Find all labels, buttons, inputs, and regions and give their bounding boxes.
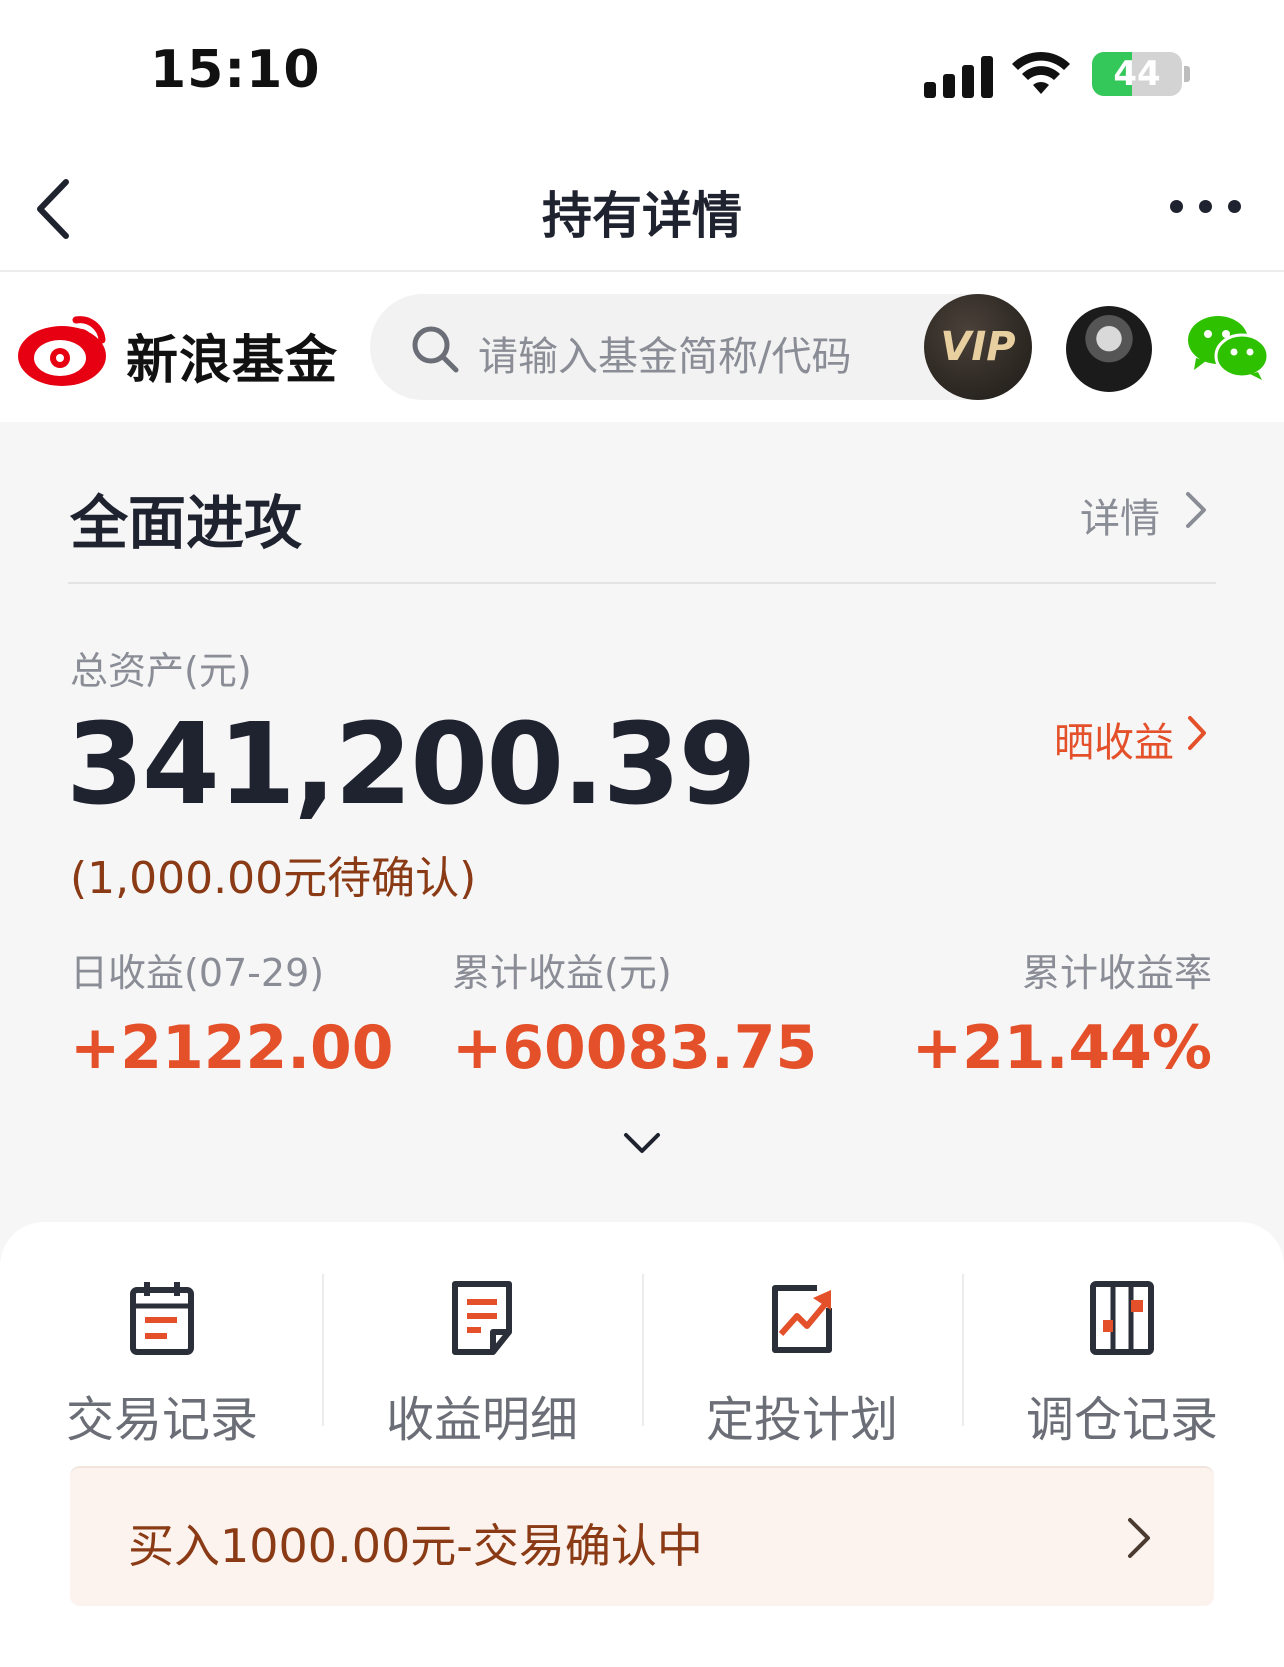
- pending-amount: (1,000.00元待确认): [70, 853, 477, 904]
- action-label: 收益明细: [385, 1392, 578, 1448]
- action-label: 调仓记录: [1025, 1392, 1218, 1448]
- chevron-right-icon[interactable]: [1180, 488, 1210, 532]
- stat-value: +60083.75: [452, 1013, 818, 1083]
- chevron-right-icon: [1128, 1518, 1150, 1558]
- stat-value: +2122.00: [70, 1013, 394, 1083]
- page-title: 持有详情: [542, 187, 742, 245]
- battery-icon: 44: [1092, 52, 1182, 96]
- pending-trade-notice[interactable]: 买入1000.00元-交易确认中: [70, 1466, 1214, 1606]
- daily-earnings: 日收益(07-29) +2122.00: [70, 942, 394, 1083]
- vip-label: VIP: [940, 324, 1016, 370]
- calendar-list-icon: [130, 1282, 194, 1355]
- stat-label: 累计收益(元): [452, 951, 672, 995]
- earnings-detail-button[interactable]: 收益明细: [322, 1280, 642, 1448]
- wifi-icon: [1012, 51, 1070, 94]
- fund-name: 全面进攻: [70, 489, 303, 557]
- cumulative-return-rate: 累计收益率 +21.44%: [912, 942, 1212, 1083]
- notice-text: 买入1000.00元-交易确认中: [128, 1519, 703, 1573]
- more-dot-icon: [1170, 200, 1183, 213]
- more-dot-icon: [1199, 200, 1212, 213]
- stat-value: +21.44%: [911, 1013, 1212, 1083]
- vip-button[interactable]: VIP: [924, 294, 1032, 400]
- document-icon: [452, 1281, 512, 1355]
- stat-label: 日收益(07-29): [70, 951, 325, 995]
- search-icon: [412, 326, 459, 373]
- status-bar: 15:10 44: [0, 0, 1284, 140]
- chevron-down-icon[interactable]: [622, 1130, 662, 1156]
- sina-logo-icon: [18, 316, 106, 386]
- detail-link[interactable]: 详情: [1080, 486, 1160, 544]
- action-label: 定投计划: [705, 1392, 898, 1448]
- avatar[interactable]: [1066, 306, 1152, 392]
- search-placeholder: 请输入基金简称/代码: [478, 334, 852, 380]
- divider: [68, 582, 1216, 584]
- more-dot-icon: [1228, 200, 1241, 213]
- trade-records-button[interactable]: 交易记录: [2, 1280, 322, 1448]
- action-label: 交易记录: [65, 1392, 258, 1448]
- auto-invest-plan-button[interactable]: 定投计划: [642, 1280, 962, 1448]
- total-assets-value: 341,200.39: [66, 700, 757, 830]
- share-earnings-link[interactable]: 晒收益: [1054, 710, 1174, 768]
- action-card: 交易记录 收益明细 定投计划 调仓记录 买入1000.00元-交易确认中: [0, 1222, 1284, 1667]
- cellular-signal-icon: [924, 52, 994, 98]
- more-options-button[interactable]: [1170, 192, 1244, 222]
- status-time: 15:10: [150, 40, 321, 100]
- cumulative-earnings: 累计收益(元) +60083.75: [452, 942, 817, 1083]
- nav-bar: 持有详情: [0, 140, 1284, 272]
- rebalance-icon: [1090, 1281, 1154, 1355]
- stat-label: 累计收益率: [1021, 951, 1212, 995]
- trend-chart-icon: [772, 1285, 832, 1353]
- chevron-right-icon[interactable]: [1184, 712, 1210, 754]
- brand-bar: 新浪基金 请输入基金简称/代码 VIP: [0, 272, 1284, 422]
- battery-level: 44: [1113, 54, 1161, 94]
- battery-cap: [1184, 66, 1190, 82]
- wechat-icon[interactable]: [1186, 314, 1270, 382]
- brand-name: 新浪基金: [126, 331, 339, 391]
- rebalance-records-button[interactable]: 调仓记录: [962, 1280, 1282, 1448]
- total-assets-label: 总资产(元): [70, 649, 252, 693]
